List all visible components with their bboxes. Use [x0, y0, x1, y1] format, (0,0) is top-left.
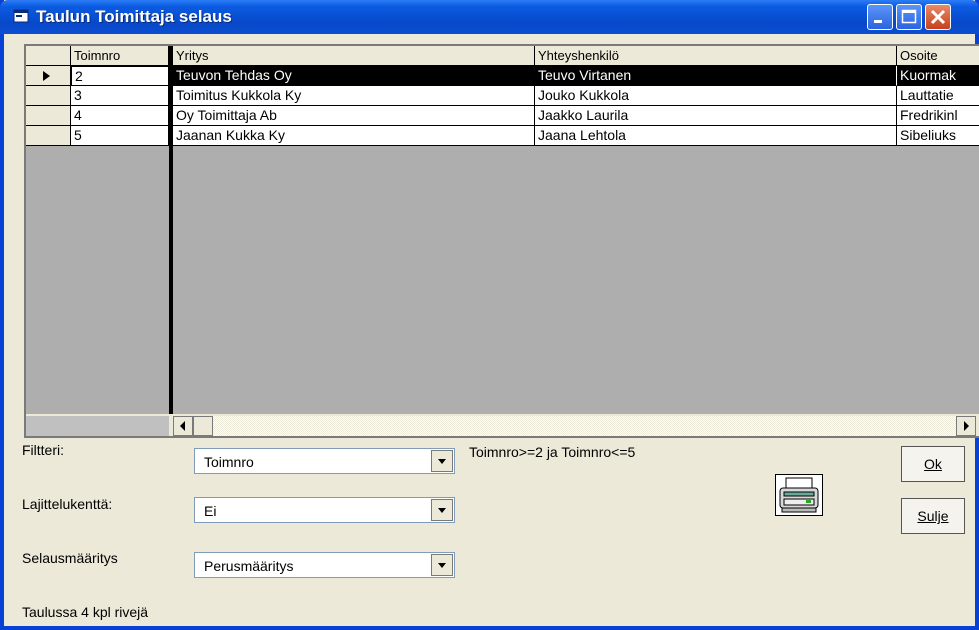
chevron-down-icon: [438, 563, 446, 568]
status-text: Taulussa 4 kpl rivejä: [22, 604, 149, 620]
chevron-down-icon: [438, 459, 446, 464]
sort-select[interactable]: Ei: [194, 497, 455, 523]
browse-select[interactable]: Perusmääritys: [194, 552, 455, 578]
table-cell[interactable]: Jaakko Laurila: [535, 106, 897, 126]
table-cell[interactable]: Sibeliuks: [897, 126, 979, 146]
table-cell[interactable]: Teuvon Tehdas Oy: [173, 66, 535, 86]
row-selector-header: [26, 46, 71, 66]
table-cell[interactable]: Teuvo Virtanen: [535, 66, 897, 86]
table-cell[interactable]: Fredrikinl: [897, 106, 979, 126]
table-cell[interactable]: Toimitus Kukkola Ky: [173, 86, 535, 106]
filter-select-value: Toimnro: [204, 454, 254, 470]
close-dialog-button[interactable]: Sulje: [901, 498, 965, 534]
sort-select-value: Ei: [204, 503, 217, 519]
chevron-down-icon: [438, 508, 446, 513]
frozen-column-divider: [169, 46, 173, 418]
table-cell[interactable]: 4: [71, 106, 169, 126]
close-icon: [930, 9, 946, 25]
column-header-toimnro[interactable]: Toimnro: [71, 46, 169, 66]
current-row-arrow-icon: [43, 71, 50, 81]
arrow-left-icon: [180, 421, 185, 431]
filter-label: Filtteri:: [22, 442, 64, 458]
table-cell[interactable]: Jouko Kukkola: [535, 86, 897, 106]
scroll-right-button[interactable]: [956, 416, 976, 436]
window-app-icon: [13, 9, 29, 23]
column-header-yhteyshenkilo[interactable]: Yhteyshenkilö: [535, 46, 897, 66]
maximize-icon: [901, 9, 917, 24]
print-button[interactable]: [775, 474, 823, 516]
table-cell[interactable]: 2: [71, 66, 169, 86]
table-cell[interactable]: Jaana Lehtola: [535, 126, 897, 146]
browse-window: Taulun Toimittaja selaus Toimnro Yritys …: [0, 0, 979, 630]
scroll-left-button[interactable]: [173, 416, 193, 436]
ok-button[interactable]: Ok: [901, 446, 965, 482]
table-cell[interactable]: Lauttatie: [897, 86, 979, 106]
row-selector[interactable]: [26, 106, 71, 126]
table-cell[interactable]: 3: [71, 86, 169, 106]
window-title: Taulun Toimittaja selaus: [36, 7, 232, 26]
scroll-track[interactable]: [213, 416, 956, 436]
sort-label: Lajittelukenttä:: [22, 496, 113, 512]
maximize-button[interactable]: [896, 4, 922, 30]
browse-dropdown-button[interactable]: [431, 554, 453, 576]
scrollbar-corner: [26, 416, 169, 436]
row-selector[interactable]: [26, 66, 71, 86]
table-cell[interactable]: Oy Toimittaja Ab: [173, 106, 535, 126]
table-cell[interactable]: Jaanan Kukka Ky: [173, 126, 535, 146]
filter-dropdown-button[interactable]: [431, 450, 453, 472]
horizontal-scrollbar[interactable]: [26, 414, 979, 436]
column-header-osoite[interactable]: Osoite: [897, 46, 979, 66]
minimize-button[interactable]: [867, 4, 893, 30]
scroll-thumb[interactable]: [193, 416, 213, 436]
column-header-yritys[interactable]: Yritys: [173, 46, 535, 66]
filter-select[interactable]: Toimnro: [194, 448, 455, 474]
minimize-icon: [874, 20, 882, 23]
row-selector[interactable]: [26, 126, 71, 146]
title-bar[interactable]: Taulun Toimittaja selaus: [0, 0, 979, 34]
arrow-right-icon: [964, 421, 969, 431]
sort-dropdown-button[interactable]: [431, 499, 453, 521]
row-selector[interactable]: [26, 86, 71, 106]
close-button[interactable]: [925, 4, 951, 30]
data-grid[interactable]: Toimnro Yritys Yhteyshenkilö Osoite 2 Te…: [24, 44, 979, 438]
table-cell[interactable]: 5: [71, 126, 169, 146]
printer-icon: [779, 477, 819, 513]
filter-expression: Toimnro>=2 ja Toimnro<=5: [469, 444, 636, 460]
browse-label: Selausmääritys: [22, 550, 118, 566]
browse-select-value: Perusmääritys: [204, 558, 294, 574]
table-cell[interactable]: Kuormak: [897, 66, 979, 86]
